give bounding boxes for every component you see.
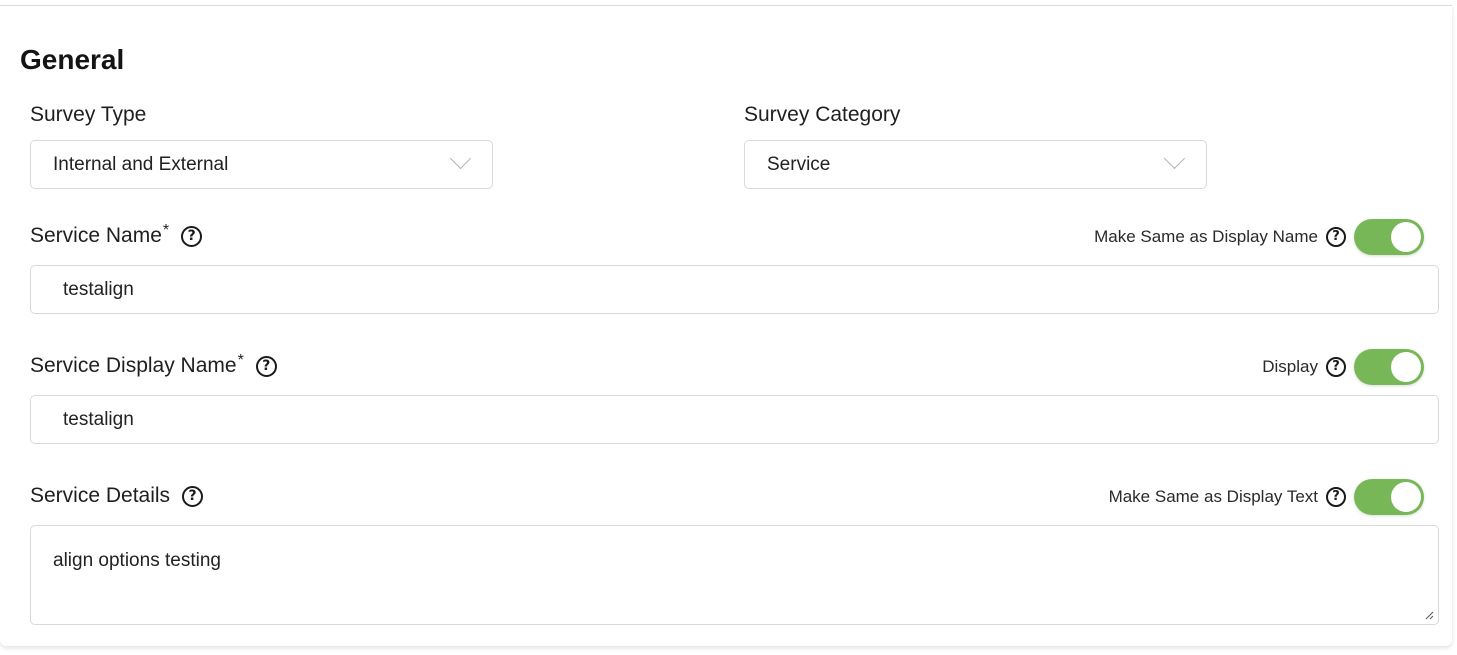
toggle-knob [1391,482,1421,512]
service-name-label-text: Service Name [30,224,162,247]
required-mark: * [237,352,244,369]
toggle-knob [1391,352,1421,382]
survey-type-label: Survey Type [30,103,146,127]
chevron-down-icon [449,147,472,170]
survey-category-label: Survey Category [744,103,900,127]
help-icon[interactable]: ? [1326,357,1346,377]
service-display-name-label: Service Display Name * ? [30,352,277,378]
resize-handle-icon[interactable] [1424,610,1434,620]
display-toggle[interactable] [1354,349,1424,385]
service-details-textarea[interactable]: align options testing [30,525,1439,625]
service-details-label: Service Details ? [30,484,204,508]
service-display-name-label-text: Service Display Name [30,354,237,377]
service-details-value: align options testing [53,550,221,571]
service-name-sync-control: Make Same as Display Name ? [1094,219,1424,255]
service-details-label-text: Service Details [30,484,171,507]
service-name-input[interactable]: testalign [30,265,1439,314]
survey-type-value: Internal and External [53,153,229,175]
service-display-name-input[interactable]: testalign [30,395,1439,444]
service-details-sync-control: Make Same as Display Text ? [1109,479,1424,515]
service-details-toggle-label: Make Same as Display Text [1108,487,1318,506]
display-toggle-label: Display [1262,357,1318,376]
survey-category-value: Service [767,153,831,175]
service-name-toggle-label: Make Same as Display Name [1094,227,1318,246]
help-icon[interactable]: ? [1326,227,1346,247]
make-same-as-display-name-toggle[interactable] [1354,219,1424,255]
survey-category-select[interactable]: Service [744,140,1207,189]
chevron-down-icon [1163,147,1186,170]
service-name-value: testalign [63,278,134,300]
section-title: General [20,44,125,75]
survey-type-label-text: Survey Type [30,103,147,126]
required-mark: * [162,222,170,239]
help-icon[interactable]: ? [255,355,277,377]
make-same-as-display-text-toggle[interactable] [1354,479,1424,515]
general-card: General Survey Type Internal and Externa… [0,5,1452,646]
help-icon[interactable]: ? [181,225,203,247]
toggle-knob [1391,222,1421,252]
survey-category-label-text: Survey Category [744,103,901,126]
survey-type-select[interactable]: Internal and External [30,140,493,189]
display-control: Display ? [1262,349,1424,385]
service-display-name-value: testalign [63,408,134,430]
help-icon[interactable]: ? [1326,487,1346,507]
service-name-label: Service Name * ? [30,222,203,248]
help-icon[interactable]: ? [182,485,204,507]
